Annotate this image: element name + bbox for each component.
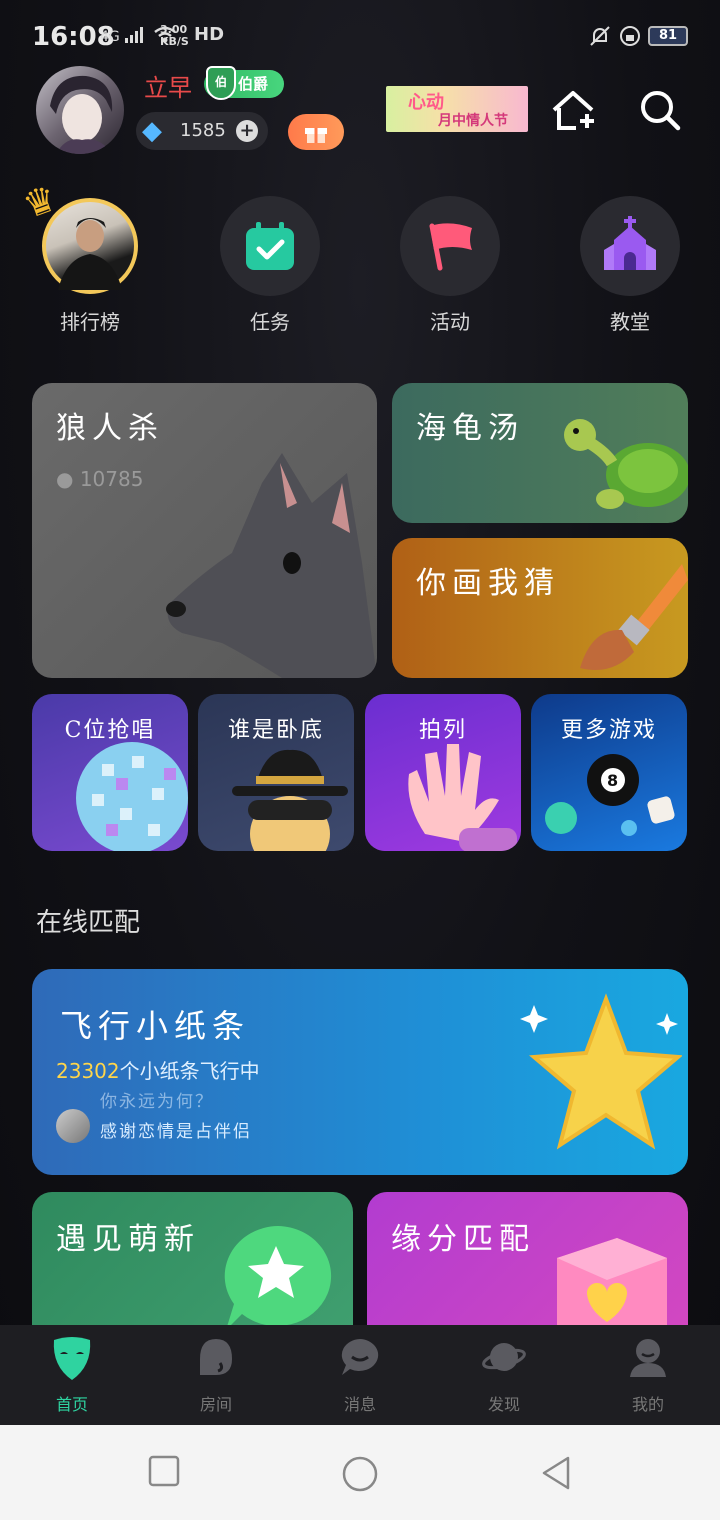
user-avatar[interactable] <box>36 66 124 154</box>
home-screen: 16:08 4G 3.00 KB/S HD 81 立早 伯 伯爵 ◆ 1585 … <box>0 0 720 1425</box>
paintbrush-icon <box>580 564 688 670</box>
tab-rooms[interactable]: 房间 <box>144 1325 288 1425</box>
create-room-icon[interactable] <box>550 88 596 134</box>
battery-level: 81 <box>648 26 688 46</box>
game-c-sing[interactable]: C位抢唱 <box>32 694 188 851</box>
plane-subtitle: 23302个小纸条飞行中 <box>56 1055 260 1084</box>
back-icon[interactable] <box>540 1455 572 1491</box>
player-count: ● 10785 <box>56 467 143 491</box>
profile-icon <box>630 1339 666 1377</box>
quick-label: 排行榜 <box>60 310 120 334</box>
game-title: 你画我猜 <box>416 566 560 601</box>
game-title: 海龟汤 <box>416 411 524 446</box>
mask-icon <box>53 1337 91 1380</box>
game-paipai[interactable]: 拍列 <box>365 694 521 851</box>
plane-count-suffix: 个小纸条飞行中 <box>119 1059 260 1083</box>
fate-title: 缘分匹配 <box>391 1222 535 1257</box>
valentine-banner[interactable]: 心动 月中情人节 <box>386 86 528 132</box>
spy-icon <box>232 749 348 851</box>
plane-title: 飞行小纸条 <box>60 1007 251 1045</box>
add-diamond-icon[interactable]: + <box>236 120 258 142</box>
signal-bars-icon <box>125 27 144 43</box>
speed-unit: KB/S <box>160 35 189 48</box>
gift-icon <box>305 128 327 143</box>
billiard-ball-icon: 8 <box>545 754 675 836</box>
chat-star-icon <box>224 1226 332 1330</box>
svg-text:8: 8 <box>607 771 618 790</box>
quick-label: 任务 <box>250 310 290 334</box>
badge-level: 伯爵 <box>238 75 269 93</box>
system-navigation-bar <box>0 1425 720 1520</box>
section-title-online-match: 在线匹配 <box>36 908 141 938</box>
tab-label: 房间 <box>199 1395 232 1414</box>
noble-badge[interactable]: 伯 伯爵 <box>204 66 284 100</box>
tab-discover[interactable]: 发现 <box>432 1325 576 1425</box>
person-icon: ● <box>56 467 74 491</box>
message-icon <box>341 1339 379 1375</box>
wave-hand-icon <box>408 744 517 851</box>
bell-muted-icon <box>590 26 610 46</box>
disco-ball-icon <box>76 742 188 851</box>
game-title: 狼人杀 <box>56 411 164 446</box>
quick-label: 活动 <box>430 310 470 334</box>
quick-activities[interactable]: 活动 <box>400 196 500 336</box>
message-avatar <box>56 1109 90 1143</box>
planet-icon <box>482 1343 526 1371</box>
tab-label: 消息 <box>343 1395 376 1414</box>
player-count-value: 10785 <box>79 467 144 491</box>
room-icon <box>200 1339 232 1375</box>
turtle-icon <box>564 419 688 509</box>
calendar-check-icon <box>246 222 294 270</box>
star-icon <box>520 993 682 1150</box>
quick-label: 教堂 <box>610 310 650 334</box>
quick-leaderboard[interactable]: ♛ 排行榜 <box>18 178 140 336</box>
tab-home[interactable]: 首页 <box>0 1325 144 1425</box>
tab-messages[interactable]: 消息 <box>288 1325 432 1425</box>
plane-count: 23302 <box>56 1059 120 1083</box>
wolf-icon <box>166 453 377 678</box>
flag-icon <box>429 223 472 271</box>
hd-indicator: HD <box>194 24 225 45</box>
avatar-illustration <box>50 75 113 154</box>
tab-label: 我的 <box>631 1395 664 1414</box>
quick-church[interactable]: 教堂 <box>580 196 680 336</box>
game-title: 更多游戏 <box>560 718 657 743</box>
home-icon[interactable] <box>341 1455 379 1493</box>
tab-profile[interactable]: 我的 <box>576 1325 720 1425</box>
game-more[interactable]: 更多游戏 8 <box>531 694 687 851</box>
quick-tasks[interactable]: 任务 <box>220 196 320 336</box>
paper-plane-card[interactable]: 飞行小纸条 23302个小纸条飞行中 你永远为何？ 感谢恋情是占伴侣 <box>32 969 688 1175</box>
game-werewolf[interactable]: 狼人杀 ● 10785 <box>32 383 377 678</box>
game-draw-guess[interactable]: 你画我猜 <box>392 538 688 678</box>
diamond-icon: ◆ <box>142 116 162 146</box>
rotation-lock-icon <box>620 26 640 46</box>
bottom-tab-bar: 首页 房间 消息 发现 我的 <box>0 1325 720 1425</box>
shield-icon: 伯 <box>206 66 236 100</box>
tab-label: 首页 <box>55 1395 88 1414</box>
meet-title: 遇见萌新 <box>56 1222 200 1257</box>
status-bar: 16:08 4G 3.00 KB/S HD 81 <box>0 0 720 72</box>
plane-message-previous: 你永远为何？ <box>100 1092 214 1112</box>
tab-label: 发现 <box>487 1395 520 1414</box>
network-speed: 3.00 KB/S <box>160 24 189 48</box>
game-turtle-soup[interactable]: 海龟汤 <box>392 383 688 523</box>
search-icon[interactable] <box>638 88 682 132</box>
diamond-count: 1585 <box>180 120 226 141</box>
game-who-is-spy[interactable]: 谁是卧底 <box>198 694 354 851</box>
plane-message: 感谢恋情是占伴侣 <box>100 1122 252 1142</box>
username[interactable]: 立早 <box>144 68 192 103</box>
recent-apps-icon[interactable] <box>148 1455 180 1487</box>
gift-button[interactable] <box>288 114 344 150</box>
diamond-balance[interactable]: ◆ 1585 + <box>136 112 268 150</box>
church-icon <box>604 216 656 270</box>
banner-subtitle: 月中情人节 <box>438 113 508 129</box>
network-type: 4G <box>100 29 120 45</box>
